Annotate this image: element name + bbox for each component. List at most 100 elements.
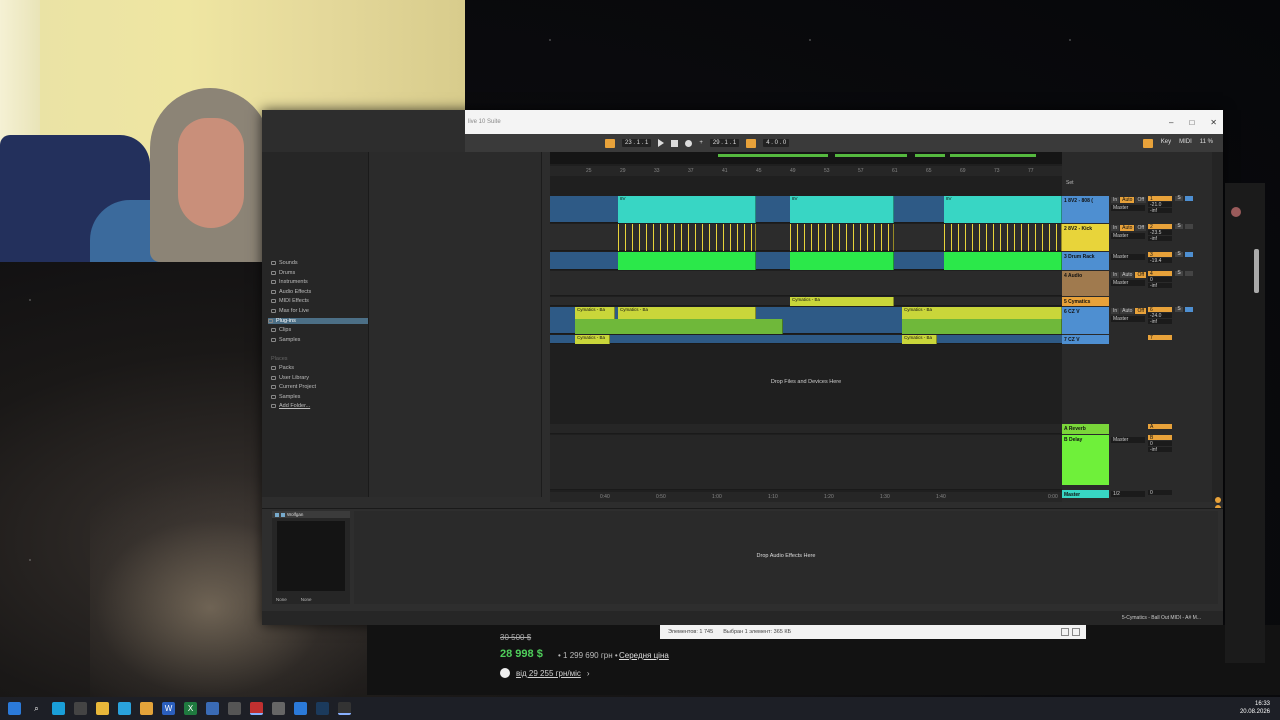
cymatics-clip[interactable]: Cymatics - Ba [575,335,610,344]
output-select[interactable]: Master [1111,280,1145,286]
track-number[interactable]: 2 [1148,224,1172,230]
browser-item-samples[interactable]: Samples [271,337,300,343]
output-select[interactable]: Master [1111,205,1145,211]
loop-icon[interactable] [746,138,757,148]
drum-rack-clip[interactable] [944,252,1062,270]
arm-button[interactable] [1185,252,1193,257]
device-header[interactable]: Wolfgan [272,511,350,518]
monitor-toggle[interactable]: In Auto Off [1111,225,1147,231]
notes-icon[interactable] [206,702,219,715]
stop-icon[interactable] [671,139,679,147]
arm-button[interactable] [1185,224,1193,229]
kick-clip[interactable] [944,224,1062,251]
monitor-toggle[interactable]: In Auto Off [1111,272,1147,278]
places-item-user-library[interactable]: User Library [271,375,309,381]
edge-icon[interactable] [52,702,65,715]
close-icon[interactable]: ✕ [1210,118,1217,127]
credit-offer[interactable]: від 29 255 грн/міс › [500,668,590,678]
track-number[interactable]: 6 [1148,307,1172,313]
cymatics-clip[interactable]: Cymatics - Ba [618,307,756,319]
chevron-right-icon[interactable]: › [587,669,590,678]
chain-left-select[interactable]: None [276,597,287,602]
arrangement-overview[interactable] [550,152,1062,164]
steam-icon[interactable] [316,702,329,715]
output-select[interactable]: Master [1111,233,1145,239]
browser-item-clips[interactable]: Clips [271,327,291,333]
windows-start-icon[interactable] [8,702,21,715]
average-price-link[interactable]: Середня ціна [619,651,669,660]
solo-button[interactable]: S [1175,252,1183,257]
monitor-toggle[interactable]: In Auto Off [1111,197,1147,203]
track-name-7[interactable]: 7 CZ V [1062,335,1109,344]
cymatics-audio-clip[interactable] [575,319,783,334]
arrangement-drop-zone[interactable]: Drop Files and Devices Here [550,379,1062,385]
drum-clip[interactable]: 8V [790,196,894,223]
browser-item-midi-effects[interactable]: MIDI Effects [271,298,309,304]
master-name[interactable]: Master [1062,490,1109,498]
cymatics-clip[interactable]: Cymatics - Ba [902,335,937,344]
places-item-samples[interactable]: Samples [271,394,300,400]
track-name-5[interactable]: 5 Cymatics [1062,297,1109,306]
play-icon[interactable] [658,139,665,147]
file-explorer-icon[interactable] [96,702,109,715]
places-item-packs[interactable]: Packs [271,365,294,371]
volume-value[interactable]: -23.5 [1148,230,1172,236]
volume-value[interactable]: 0 [1148,441,1172,447]
master-output[interactable]: 1/2 [1111,491,1145,497]
track-lane-1[interactable]: 8V 8V 8V [550,196,1062,223]
return-letter[interactable]: B [1148,435,1172,441]
task-view-icon[interactable] [74,702,87,715]
places-item-current-project[interactable]: Current Project [271,384,316,390]
output-select[interactable]: Master [1111,254,1145,260]
return-lane-a[interactable] [550,424,1062,434]
midi-map-button[interactable]: MIDI [1179,139,1192,148]
recorder-icon[interactable] [250,702,263,715]
browser-item-max-for-live[interactable]: Max for Live [271,308,309,314]
chrome-icon[interactable] [140,702,153,715]
device-chain[interactable]: Wolfgan None None [272,511,350,604]
return-lane-b[interactable] [550,435,1062,490]
position-field[interactable]: 29 . 1 . 1 [709,139,740,147]
volume-value[interactable]: -21.0 [1148,202,1172,208]
volume-value[interactable]: 0 [1148,277,1172,283]
tiles-view-icon[interactable] [1072,628,1080,636]
browser-item-plugins[interactable]: Plug-ins [268,318,368,324]
maximize-icon[interactable]: □ [1189,118,1194,127]
volume-value[interactable]: -19.4 [1148,258,1172,264]
settings-icon[interactable] [272,702,285,715]
key-map-button[interactable]: Key [1161,139,1171,148]
browser-item-audio-effects[interactable]: Audio Effects [271,289,311,295]
calculator-icon[interactable] [228,702,241,715]
volume-value[interactable]: -24.0 [1148,313,1172,319]
key-map-icon[interactable] [1142,138,1153,148]
kick-clip[interactable] [618,224,756,251]
monitor-toggle[interactable]: In Auto Off [1111,308,1147,314]
chain-right-select[interactable]: None [301,597,312,602]
solo-button[interactable]: S [1175,196,1183,201]
page-scrollbar[interactable] [1254,249,1259,293]
browser-item-sounds[interactable]: Sounds [271,260,298,266]
add-folder-button[interactable]: Add Folder... [271,403,310,409]
daw-titlebar[interactable]: live 10 Suite – □ ✕ [465,110,1223,134]
credit-link[interactable]: від 29 255 грн/міс [516,669,581,678]
drum-rack-clip[interactable] [790,252,894,270]
track-lane-2[interactable] [550,224,1062,251]
track-number[interactable]: 4 [1148,271,1172,277]
system-clock[interactable]: 16:33 20.08.2026 [1240,700,1270,716]
track-name-2[interactable]: 2 8V2 - Kick [1062,224,1109,251]
browser-item-drums[interactable]: Drums [271,270,295,276]
cymatics-audio-clip[interactable] [902,319,1062,334]
solo-button[interactable]: S [1175,271,1183,276]
arm-button[interactable] [1185,307,1193,312]
arm-button[interactable] [1185,196,1193,201]
cymatics-clip[interactable]: Cymatics - Ba [575,307,615,319]
track-number[interactable]: 7 [1148,335,1172,341]
time-ruler[interactable]: 0:40 0:50 1:00 1:10 1:20 1:30 1:40 0:00 [550,492,1062,502]
details-view-icon[interactable] [1061,628,1069,636]
minimize-icon[interactable]: – [1169,118,1173,127]
return-name-b[interactable]: B Delay [1062,435,1109,485]
drum-clip[interactable]: 8V [944,196,1062,223]
track-name-6[interactable]: 6 CZ V [1062,307,1109,334]
track-number[interactable]: 3 [1148,252,1172,258]
outlook-icon[interactable] [294,702,307,715]
